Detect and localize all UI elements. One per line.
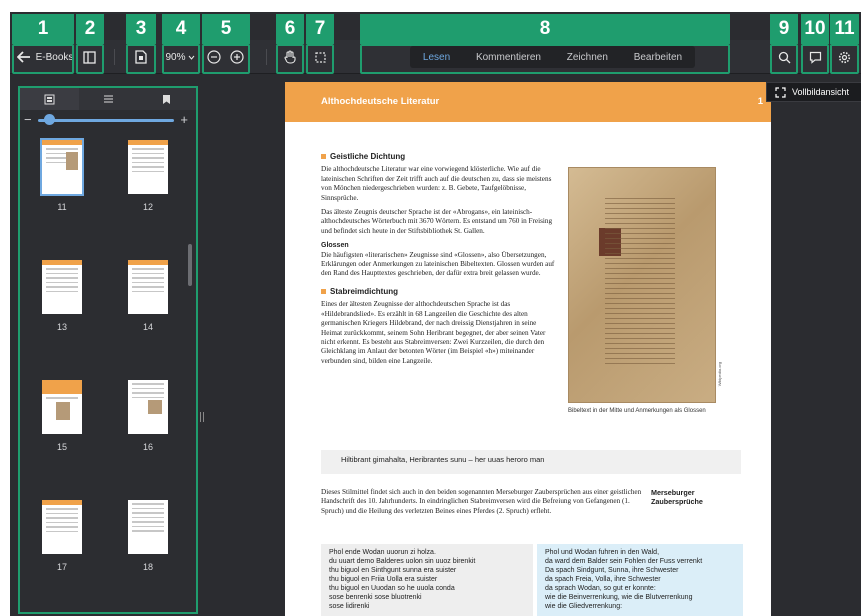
thumb-label: 18 [142, 562, 153, 572]
verse-original: Phol ende Wodan uuorun zi holza. du uuar… [321, 544, 533, 616]
verse-line: wie die Beinverrenkung, wie die Blutverr… [545, 594, 693, 601]
document-page: Althochdeutsche Literatur 1 Geistliche D… [285, 82, 771, 616]
sidebar-scrollbar[interactable] [188, 244, 192, 286]
manuscript-image [568, 167, 716, 403]
manuscript-text-block [605, 198, 675, 368]
slider-minus[interactable]: − [24, 112, 32, 127]
callout-5: 5 [202, 14, 250, 44]
slider-plus[interactable]: + [180, 112, 188, 127]
image-caption: Bibeltext in der Mitte und Anmerkungen a… [568, 408, 706, 414]
thumbnails-icon [44, 94, 55, 104]
verse-line: da spach Freia, Volla, ihre Schwester [545, 576, 661, 583]
thumb-label: 15 [56, 442, 67, 452]
bookmark-icon [163, 94, 171, 104]
verse-line: Phol und Wodan fuhren in den Wald, [545, 549, 660, 556]
callout-2: 2 [76, 14, 104, 44]
paragraph: Die häufigsten «literarischen» Zeugnisse… [321, 250, 555, 278]
quote-box: Hiltibrant gimahalta, Heribrantes sunu –… [321, 450, 741, 474]
thumb-page-18[interactable] [128, 500, 168, 554]
slider-knob[interactable] [44, 114, 55, 125]
thumb-label: 14 [142, 322, 153, 332]
side-note: Merseburger Zaubersprüche [651, 488, 703, 507]
verse-line: sose benrenki sose bluotrenki [329, 594, 422, 601]
thumb-page-17[interactable] [42, 500, 82, 554]
paragraph: Eines der ältesten Zeugnisse der althoch… [321, 300, 546, 365]
verse-translation: Phol und Wodan fuhren in den Wald, da wa… [537, 544, 743, 616]
callout-frame-4 [162, 44, 200, 74]
separator [114, 49, 115, 65]
fullscreen-button[interactable]: Vollbildansicht [766, 82, 861, 102]
callout-8: 8 [360, 14, 730, 44]
list-icon [103, 95, 113, 103]
thumb-label: 13 [56, 322, 67, 332]
verse-line: thu biguol en Friia Uolla era suister [329, 576, 438, 583]
verse-line: Da spach Sindgunt, Sunna, ihre Schwester [545, 567, 679, 574]
thumb-label: 12 [142, 202, 153, 212]
callout-10: 10 [801, 14, 829, 44]
callout-frame-11 [830, 44, 859, 74]
verse-line: Phol ende Wodan uuorun zi holza. [329, 549, 436, 556]
fullscreen-label: Vollbildansicht [792, 87, 850, 97]
callout-7: 7 [306, 14, 334, 44]
separator [266, 49, 267, 65]
callout-11: 11 [830, 14, 859, 44]
subheading: Glossen [321, 242, 349, 250]
tab-bookmarks[interactable] [137, 88, 196, 110]
callout-frame-5 [202, 44, 250, 74]
thumb-label: 16 [142, 442, 153, 452]
page-header-title: Althochdeutsche Literatur [321, 96, 440, 107]
callout-1: 1 [12, 14, 74, 44]
sidebar-resize-handle[interactable] [200, 412, 204, 422]
callout-frame-7 [306, 44, 334, 74]
thumb-label: 17 [56, 562, 67, 572]
section-heading: Geistliche Dichtung [321, 152, 559, 161]
verse-line: sose lidirenki [329, 603, 370, 610]
section-heading: Stabreimdichtung [321, 287, 559, 296]
callout-frame-6 [276, 44, 304, 74]
callout-frame-2 [76, 44, 104, 74]
page-number: 1 [757, 96, 763, 107]
thumb-page-15[interactable] [42, 380, 82, 434]
verse-line: thu biguol en Sinthgunt sunna era suiste… [329, 567, 457, 574]
thumb-page-16[interactable] [128, 380, 168, 434]
tab-outline[interactable] [79, 88, 138, 110]
callout-frame-3 [126, 44, 156, 74]
thumbnail-size-slider[interactable]: − + [20, 110, 196, 130]
sidebar-tabs [20, 88, 196, 110]
paragraph: Die althochdeutsche Literatur war eine v… [321, 165, 552, 202]
quote-text: Hiltibrant gimahalta, Heribrantes sunu –… [341, 455, 545, 464]
thumbnail-sidebar: − + 11 12 13 14 15 16 17 18 [18, 86, 198, 614]
fullscreen-icon [775, 86, 786, 98]
slider-track [38, 119, 174, 122]
paragraph: Das älteste Zeugnis deutscher Sprache is… [321, 208, 553, 235]
verse-line: du uuart demo Balderes uolon sin uuoz bi… [329, 558, 476, 565]
page-header: Althochdeutsche Literatur 1 [285, 82, 771, 122]
thumb-page-12[interactable] [128, 140, 168, 194]
thumb-label: 11 [57, 202, 67, 212]
reader-app: E-Books 90% Lesen Kommentieren Zeichnen … [10, 12, 861, 616]
callout-4: 4 [162, 14, 200, 44]
page-column: Geistliche Dichtung Die althochdeutsche … [321, 152, 559, 371]
verse-line: da sprach Wodan, so gut er konnte: [545, 585, 656, 592]
callout-frame-10 [801, 44, 829, 74]
callout-frame-8 [360, 44, 730, 74]
callout-3: 3 [126, 14, 156, 44]
paragraph: Dieses Stilmittel findet sich auch in de… [321, 488, 642, 515]
callout-6: 6 [276, 14, 304, 44]
thumb-page-11[interactable] [40, 138, 84, 196]
thumb-page-13[interactable] [42, 260, 82, 314]
verse-line: da ward dem Balder sein Fohlen der Fuss … [545, 558, 703, 565]
thumb-page-14[interactable] [128, 260, 168, 314]
callout-9: 9 [770, 14, 798, 44]
callout-frame-1 [12, 44, 74, 74]
image-credit: Wikipedia.org [717, 362, 722, 387]
callout-frame-9 [770, 44, 798, 74]
verse-line: wie die Gliedverrenkung: [545, 603, 623, 610]
verse-line: thu biguol en Uuodan so he uuola conda [329, 585, 455, 592]
tab-thumbnails[interactable] [20, 88, 79, 110]
